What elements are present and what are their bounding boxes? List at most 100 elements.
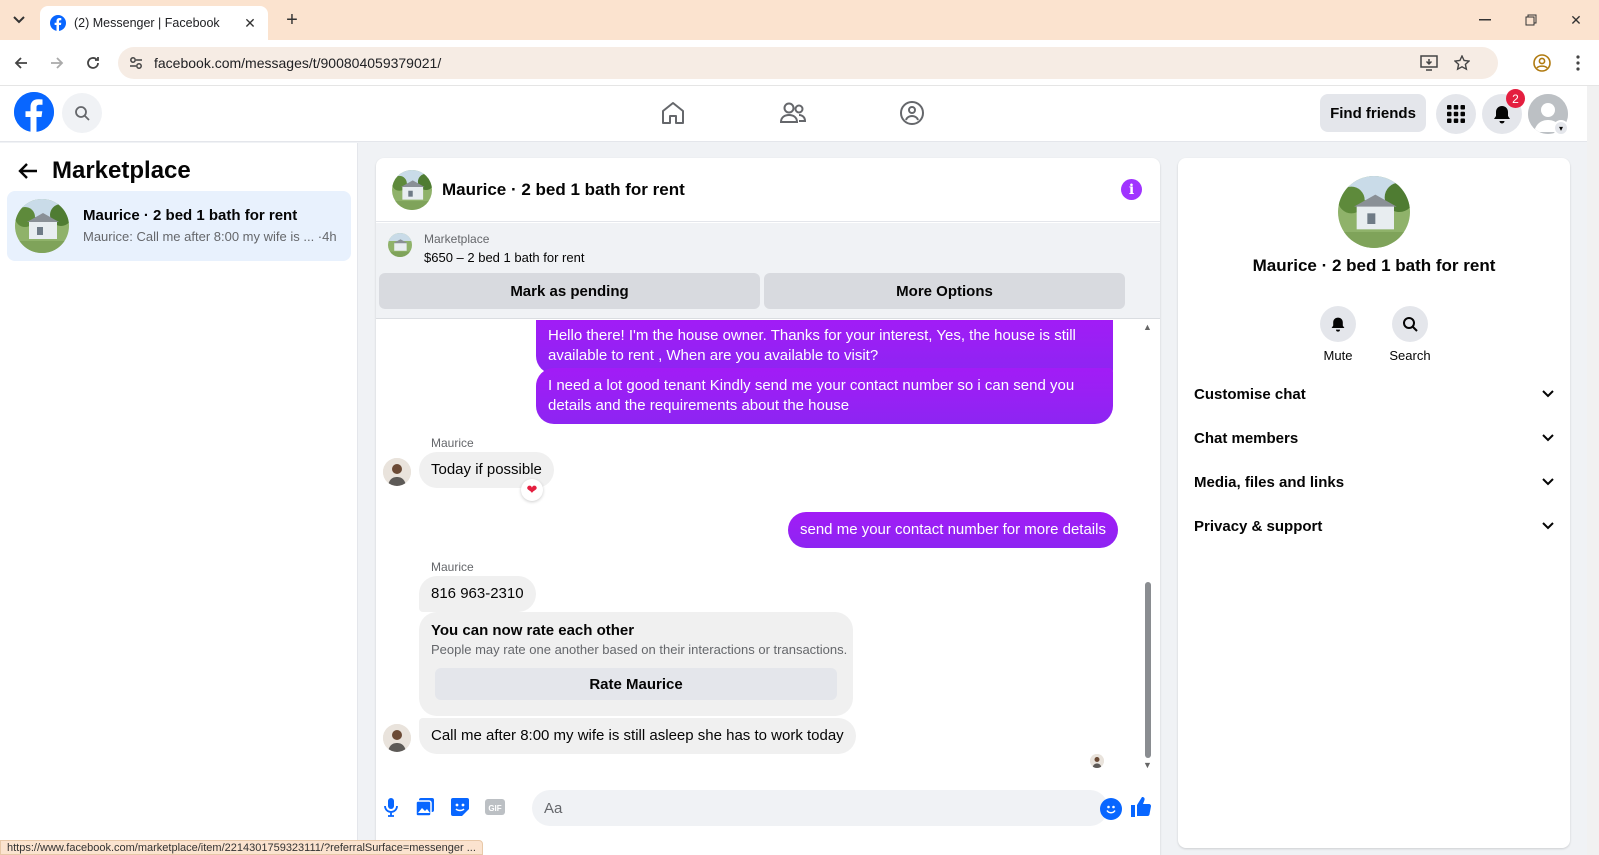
rate-maurice-button[interactable]: Rate Maurice — [435, 668, 837, 700]
chat-header-thumbnail[interactable] — [392, 170, 432, 210]
back-arrow-icon[interactable] — [18, 162, 38, 180]
incoming-message[interactable]: Call me after 8:00 my wife is still asle… — [419, 718, 856, 754]
message-input[interactable]: Aa — [532, 790, 1108, 826]
url-text: facebook.com/messages/t/900804059379021/ — [154, 55, 442, 71]
media-files-links-row[interactable]: Media, files and links — [1194, 464, 1554, 500]
restore-icon[interactable] — [1516, 8, 1546, 32]
scroll-up-icon[interactable]: ▲ — [1143, 322, 1152, 332]
svg-text:GIF: GIF — [488, 804, 501, 813]
seen-receipt-avatar — [1090, 754, 1104, 768]
outgoing-message[interactable]: Hello there! I'm the house owner. Thanks… — [536, 320, 1113, 374]
heart-reaction-icon[interactable]: ❤ — [521, 479, 543, 501]
find-friends-button[interactable]: Find friends — [1320, 94, 1426, 132]
rate-card-title: You can now rate each other — [431, 622, 635, 639]
chevron-down-icon — [1542, 434, 1554, 442]
rate-card-subtitle: People may rate one another based on the… — [431, 642, 848, 657]
menu-grid-icon[interactable] — [1436, 94, 1476, 134]
chevron-down-icon — [1542, 390, 1554, 398]
friends-icon[interactable] — [776, 96, 810, 130]
profile-icon[interactable] — [1530, 51, 1554, 75]
conversation-sidebar: Marketplace Maurice · 2 bed 1 bath for r… — [0, 143, 358, 855]
maurice-avatar[interactable] — [383, 724, 411, 752]
emoji-icon[interactable] — [1100, 798, 1122, 820]
reload-icon[interactable] — [81, 51, 105, 75]
more-options-button[interactable]: More Options — [764, 273, 1125, 309]
conversation-name: Maurice · 2 bed 1 bath for rent — [83, 207, 298, 224]
chat-members-row[interactable]: Chat members — [1194, 420, 1554, 456]
conversation-list-item[interactable]: Maurice · 2 bed 1 bath for rent Maurice:… — [7, 191, 351, 261]
notification-count-badge: 2 — [1506, 89, 1525, 108]
new-tab-icon[interactable]: + — [280, 8, 304, 32]
listing-thumbnail[interactable] — [388, 233, 412, 257]
message-scrollbar[interactable]: ▲ ▼ — [1142, 320, 1154, 776]
listing-label: Marketplace — [424, 232, 490, 246]
listing-price-title[interactable]: $650 – 2 bed 1 bath for rent — [424, 250, 584, 265]
scroll-thumb[interactable] — [1145, 582, 1151, 758]
close-window-icon[interactable]: ✕ — [1561, 8, 1591, 32]
mute-bell-icon[interactable] — [1320, 306, 1356, 342]
browser-toolbar: facebook.com/messages/t/900804059379021/ — [0, 40, 1599, 86]
chevron-down-icon — [1542, 522, 1554, 530]
sidebar-header: Marketplace — [18, 157, 191, 185]
minimize-icon[interactable] — [1470, 8, 1500, 32]
groups-icon[interactable] — [895, 96, 929, 130]
microphone-icon[interactable] — [380, 796, 402, 818]
sender-name: Maurice — [431, 436, 474, 450]
privacy-support-label: Privacy & support — [1194, 517, 1323, 535]
link-status-bar: https://www.facebook.com/marketplace/ite… — [0, 840, 483, 855]
chat-panel: Maurice · 2 bed 1 bath for rent i Market… — [376, 158, 1160, 855]
browser-menu-icon[interactable] — [1566, 51, 1590, 75]
back-icon[interactable] — [9, 51, 33, 75]
maurice-avatar[interactable] — [383, 458, 411, 486]
search-conversation-button[interactable]: Search — [1380, 306, 1440, 363]
page-scrollbar[interactable] — [1587, 86, 1599, 855]
bookmark-star-icon[interactable] — [1453, 54, 1471, 74]
scroll-down-icon[interactable]: ▼ — [1143, 760, 1152, 770]
browser-tab[interactable]: (2) Messenger | Facebook ✕ — [40, 6, 268, 40]
media-files-links-label: Media, files and links — [1194, 473, 1345, 491]
customise-chat-label: Customise chat — [1194, 385, 1306, 403]
mark-as-pending-button[interactable]: Mark as pending — [379, 273, 760, 309]
message-thread: Hello there! I'm the house owner. Thanks… — [376, 320, 1160, 776]
privacy-support-row[interactable]: Privacy & support — [1194, 508, 1554, 544]
conversation-info-panel: Maurice · 2 bed 1 bath for rent Mute Sea… — [1178, 158, 1570, 848]
tab-title: (2) Messenger | Facebook — [74, 16, 220, 30]
info-title: Maurice · 2 bed 1 bath for rent — [1252, 256, 1496, 275]
search-label: Search — [1389, 348, 1431, 363]
thumbs-up-icon[interactable] — [1128, 794, 1154, 820]
mute-label: Mute — [1323, 348, 1353, 363]
forward-icon[interactable] — [45, 51, 69, 75]
chevron-down-icon — [1542, 478, 1554, 486]
outgoing-message[interactable]: I need a lot good tenant Kindly send me … — [536, 368, 1113, 424]
tab-search-chevron-icon[interactable] — [6, 8, 32, 32]
facebook-logo-icon[interactable] — [14, 92, 54, 132]
gif-icon[interactable]: GIF — [484, 796, 506, 818]
chat-title[interactable]: Maurice · 2 bed 1 bath for rent — [442, 180, 685, 200]
mute-button[interactable]: Mute — [1308, 306, 1368, 363]
marketplace-listing-bar: Marketplace $650 – 2 bed 1 bath for rent… — [376, 223, 1160, 319]
site-info-icon[interactable] — [128, 55, 144, 74]
listing-house-thumbnail — [15, 199, 69, 253]
sticker-icon[interactable] — [449, 796, 471, 818]
home-icon[interactable] — [656, 96, 690, 130]
customise-chat-row[interactable]: Customise chat — [1194, 376, 1554, 412]
search-icon[interactable] — [1392, 306, 1428, 342]
facebook-search-icon[interactable] — [62, 93, 102, 133]
browser-tab-bar: (2) Messenger | Facebook ✕ + ✕ — [0, 0, 1599, 40]
incoming-message-phone[interactable]: 816 963-2310 — [419, 576, 536, 612]
photo-icon[interactable] — [414, 796, 436, 818]
conversation-info-icon[interactable]: i — [1121, 179, 1142, 200]
facebook-top-nav: Find friends 2 ▾ — [0, 86, 1599, 142]
message-composer: GIF Aa — [376, 778, 1160, 838]
info-listing-thumbnail[interactable] — [1338, 176, 1410, 248]
facebook-favicon-icon — [50, 15, 66, 31]
rate-each-other-card: You can now rate each other People may r… — [419, 612, 853, 716]
chat-members-label: Chat members — [1194, 429, 1299, 447]
install-app-icon[interactable] — [1420, 55, 1438, 74]
outgoing-message[interactable]: send me your contact number for more det… — [788, 512, 1118, 548]
account-chevron-icon[interactable]: ▾ — [1553, 120, 1569, 136]
sidebar-title: Marketplace — [52, 157, 191, 184]
conversation-preview: Maurice: Call me after 8:00 my wife is .… — [83, 229, 337, 244]
tab-close-icon[interactable]: ✕ — [242, 15, 258, 31]
address-bar[interactable]: facebook.com/messages/t/900804059379021/ — [118, 47, 1498, 79]
